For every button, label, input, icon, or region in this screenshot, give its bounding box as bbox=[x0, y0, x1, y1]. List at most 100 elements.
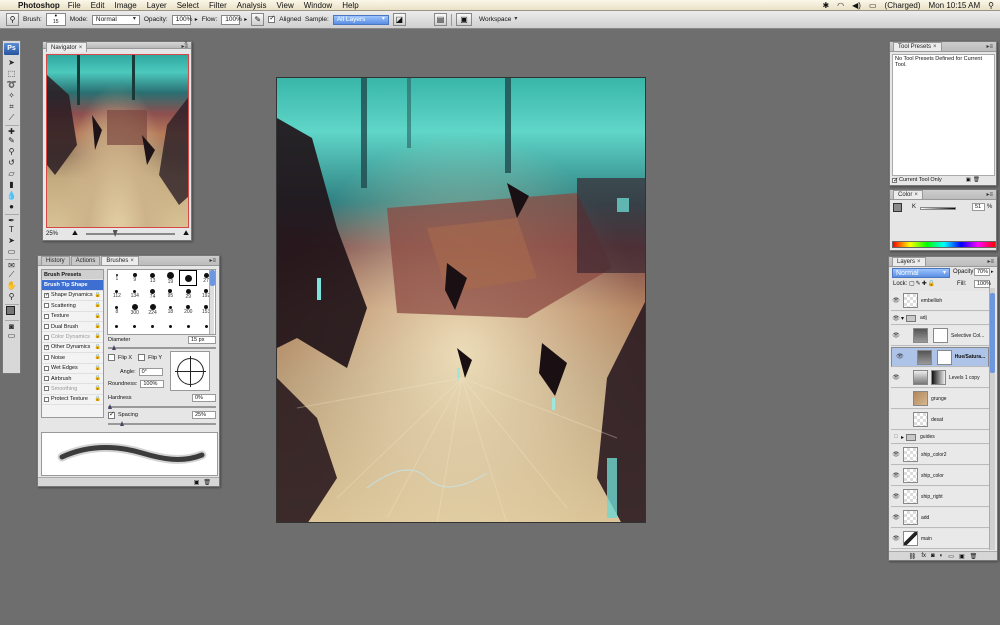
brush-setting-checkbox[interactable] bbox=[44, 386, 49, 392]
zoom-percent[interactable]: 25% bbox=[46, 231, 68, 237]
color-swatches[interactable] bbox=[4, 304, 19, 318]
close-icon[interactable]: × bbox=[79, 45, 83, 51]
new-brush-icon[interactable]: ▣ bbox=[194, 479, 200, 486]
ignore-adjustment-layers-icon[interactable]: ◪ bbox=[392, 13, 406, 26]
brush-setting-checkbox[interactable] bbox=[44, 303, 49, 309]
scroll-thumb[interactable] bbox=[990, 293, 995, 373]
brush-tip[interactable] bbox=[179, 318, 197, 334]
brush-tip[interactable]: 8 bbox=[108, 302, 126, 318]
brush-setting-5[interactable]: Dual Brush 🔒 bbox=[42, 322, 103, 333]
opacity-dropdown-icon[interactable]: ▸ bbox=[991, 269, 994, 275]
diameter-slider[interactable] bbox=[108, 345, 216, 350]
brush-setting-9[interactable]: Wet Edges 🔒 bbox=[42, 364, 103, 374]
history-brush-tool-icon[interactable]: ↺ bbox=[5, 158, 19, 168]
visibility-eye-icon[interactable]: 👁 bbox=[891, 514, 901, 521]
lock-icon[interactable]: 🔒 bbox=[95, 344, 101, 350]
opacity-dropdown-icon[interactable]: ▸ bbox=[195, 16, 198, 23]
brush-setting-3[interactable]: Scattering 🔒 bbox=[42, 301, 103, 312]
lock-icon[interactable]: 🔒 bbox=[95, 385, 101, 391]
layer-row[interactable]: 👁 add bbox=[891, 508, 989, 528]
k-value-field[interactable]: 51 bbox=[972, 203, 985, 211]
tab-actions[interactable]: Actions bbox=[70, 256, 101, 265]
lock-icon[interactable]: 🔒 bbox=[95, 375, 101, 381]
wifi-icon[interactable]: ◠ bbox=[837, 1, 844, 10]
hardness-field[interactable]: 0% bbox=[192, 394, 216, 402]
brush-setting-checkbox[interactable] bbox=[44, 324, 49, 330]
layer-row[interactable]: 👁 Levels 1 copy bbox=[891, 368, 989, 388]
brush-tool-icon[interactable]: ✎ bbox=[5, 136, 19, 146]
tab-navigator[interactable]: Navigator × bbox=[46, 42, 88, 52]
lock-icon[interactable]: 🔒 bbox=[95, 313, 101, 319]
trash-icon[interactable]: 🗑 bbox=[970, 553, 978, 560]
lock-icon[interactable]: 🔒 bbox=[95, 396, 101, 402]
hand-tool-icon[interactable]: ✋ bbox=[5, 281, 19, 291]
visibility-toggle-empty[interactable]: □ bbox=[891, 434, 901, 440]
brush-tip[interactable]: 18 bbox=[162, 302, 180, 318]
move-tool-icon[interactable]: ➤ bbox=[5, 58, 19, 68]
k-channel-slider[interactable] bbox=[920, 207, 956, 210]
visibility-eye-icon[interactable]: 👁 bbox=[891, 472, 901, 479]
menu-window[interactable]: Window bbox=[304, 1, 332, 10]
layer-row-selected[interactable]: 👁 Hue/Satura... bbox=[891, 347, 989, 367]
visibility-eye-icon[interactable]: 👁 bbox=[891, 493, 901, 500]
adjustment-layer-icon[interactable]: ◐ bbox=[940, 553, 944, 559]
layer-row[interactable]: 👁 ship_color bbox=[891, 466, 989, 486]
visibility-eye-icon[interactable]: 👁 bbox=[891, 535, 901, 542]
layer-group-row[interactable]: □ ▸ guides bbox=[891, 431, 989, 444]
app-menu[interactable]: Photoshop bbox=[18, 1, 60, 10]
foreground-color-swatch[interactable] bbox=[893, 203, 902, 212]
visibility-eye-icon[interactable]: 👁 bbox=[891, 332, 901, 339]
visibility-eye-icon[interactable]: 👁 bbox=[891, 315, 901, 322]
current-tool-only-checkbox[interactable] bbox=[892, 176, 899, 184]
magic-wand-tool-icon[interactable]: ✧ bbox=[5, 91, 19, 101]
tab-tool-presets[interactable]: Tool Presets × bbox=[893, 42, 942, 51]
clone-stamp-tool-preset-icon[interactable]: ⚲ bbox=[6, 13, 19, 26]
brush-tip[interactable]: 95 bbox=[162, 286, 180, 302]
visibility-eye-icon[interactable]: 👁 bbox=[891, 395, 901, 402]
panel-menu-icon[interactable]: ▸≡ bbox=[181, 43, 188, 50]
scroll-thumb[interactable] bbox=[210, 270, 215, 286]
tab-brushes[interactable]: Brushes × bbox=[101, 256, 139, 265]
tab-color[interactable]: Color × bbox=[893, 190, 923, 199]
crop-tool-icon[interactable]: ⌗ bbox=[5, 102, 19, 112]
brush-tip[interactable]: 1 bbox=[108, 270, 126, 286]
visibility-eye-icon[interactable]: 👁 bbox=[891, 451, 901, 458]
brush-setting-12[interactable]: Protect Texture 🔒 bbox=[42, 395, 103, 406]
brush-tip-scrollbar[interactable] bbox=[209, 270, 215, 334]
menu-edit[interactable]: Edit bbox=[91, 1, 105, 10]
layer-group-row[interactable]: 👁 ▾ adj bbox=[891, 312, 989, 325]
zoom-out-icon[interactable]: ⛰ bbox=[72, 230, 78, 238]
quick-mask-icon[interactable]: ◙ bbox=[4, 320, 19, 331]
brush-setting-10[interactable]: Airbrush 🔒 bbox=[42, 374, 103, 385]
trash-icon[interactable]: 🗑 bbox=[203, 479, 211, 486]
lock-icon[interactable]: 🔒 bbox=[95, 365, 101, 371]
close-icon[interactable]: × bbox=[130, 258, 134, 264]
layer-row[interactable]: 👁 ship_right bbox=[891, 487, 989, 507]
brush-tip[interactable]: 13 bbox=[144, 270, 162, 286]
brush-setting-checkbox[interactable] bbox=[44, 292, 49, 298]
menu-view[interactable]: View bbox=[277, 1, 294, 10]
layer-row[interactable]: 👁 main bbox=[891, 529, 989, 549]
brush-setting-checkbox[interactable] bbox=[44, 355, 49, 361]
brush-setting-8[interactable]: Noise 🔒 bbox=[42, 353, 103, 364]
fill-field[interactable]: 100% bbox=[974, 280, 991, 288]
roundness-field[interactable]: 100% bbox=[140, 380, 165, 388]
flip-x-checkbox[interactable] bbox=[108, 354, 115, 361]
diameter-field[interactable]: 15 px bbox=[188, 336, 216, 344]
layer-opacity-field[interactable]: 70% bbox=[974, 268, 990, 276]
layer-row[interactable]: 👁 grunge bbox=[891, 389, 989, 409]
mode-select[interactable]: Normal ▾ bbox=[91, 14, 140, 25]
brush-tip[interactable] bbox=[144, 318, 162, 334]
dodge-tool-icon[interactable]: ● bbox=[5, 202, 19, 212]
navigator-thumbnail[interactable] bbox=[46, 54, 189, 228]
tab-layers[interactable]: Layers × bbox=[892, 257, 926, 266]
new-group-icon[interactable]: ▭ bbox=[948, 553, 954, 560]
brush-setting-checkbox[interactable] bbox=[44, 313, 49, 319]
brush-picker[interactable]: • 15 bbox=[45, 13, 66, 26]
eyedropper-tool-icon[interactable]: ⟋ bbox=[5, 270, 19, 280]
brush-tip[interactable]: 29 bbox=[179, 286, 197, 302]
menu-analysis[interactable]: Analysis bbox=[237, 1, 267, 10]
brush-tip[interactable]: 112 bbox=[108, 286, 126, 302]
document-canvas[interactable] bbox=[276, 77, 646, 523]
slice-tool-icon[interactable]: ⟋ bbox=[5, 113, 19, 123]
